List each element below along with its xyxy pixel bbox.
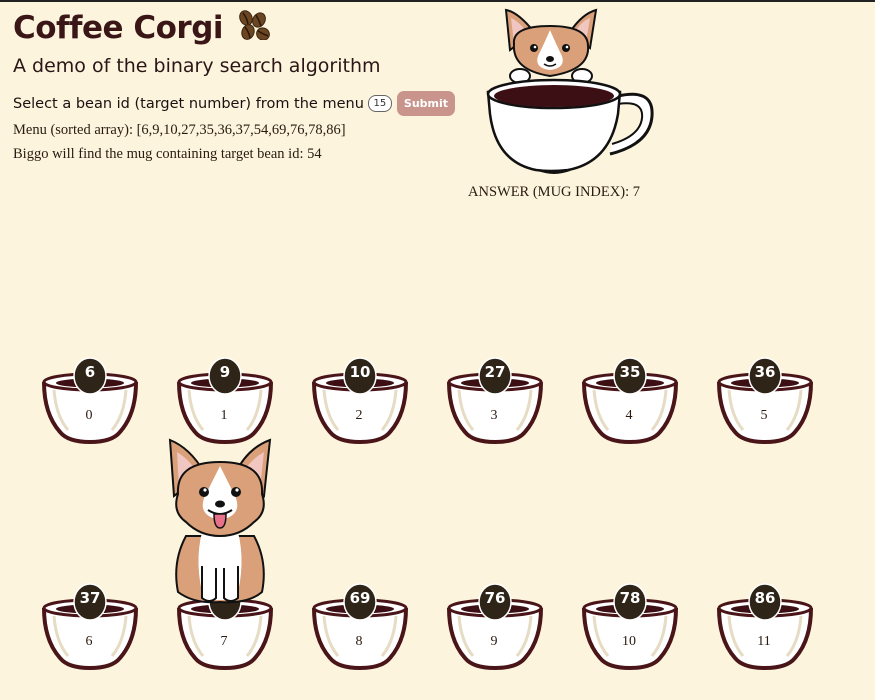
bean-id-label: 37 <box>79 589 101 607</box>
menu-array-text: Menu (sorted array): [6,9,10,27,35,36,37… <box>13 122 346 138</box>
page-title-text: Coffee Corgi <box>13 10 224 46</box>
answer-text: ANSWER (MUG INDEX): 7 <box>468 184 640 200</box>
mug-index-label: 4 <box>625 408 633 423</box>
submit-button[interactable]: Submit <box>396 91 456 116</box>
bean-id-label: 69 <box>349 589 371 607</box>
mug-9: 76 9 <box>447 583 547 671</box>
corgi-in-cup-image <box>478 4 658 184</box>
bean-id-label: 9 <box>219 363 231 381</box>
corgi-image <box>164 436 276 611</box>
bean-id-label: 86 <box>754 589 776 607</box>
mug-5: 36 5 <box>717 357 817 445</box>
select-label: Select a bean id (target number) from th… <box>13 95 364 112</box>
target-number-input[interactable] <box>367 95 392 112</box>
mug-4: 35 4 <box>582 357 682 445</box>
mug-2: 10 2 <box>312 357 412 445</box>
mug-10: 78 10 <box>582 583 682 671</box>
mug-3: 27 3 <box>447 357 547 445</box>
mug-index-label: 11 <box>757 634 771 649</box>
mug-6: 37 6 <box>42 583 142 671</box>
top-border <box>0 0 875 2</box>
mug-8: 69 8 <box>312 583 412 671</box>
bean-id-label: 10 <box>349 363 371 381</box>
mug-index-label: 10 <box>622 634 636 649</box>
bean-id-label: 36 <box>754 363 776 381</box>
coffee-beans-icon <box>237 10 273 48</box>
mug-index-label: 7 <box>220 634 228 649</box>
mug-index-label: 2 <box>355 408 363 423</box>
mug-index-label: 0 <box>85 408 93 423</box>
mug-index-label: 9 <box>490 634 498 649</box>
biggo-target-text: Biggo will find the mug containing targe… <box>13 146 322 162</box>
bean-id-label: 78 <box>619 589 641 607</box>
bean-id-label: 76 <box>484 589 506 607</box>
mug-index-label: 6 <box>85 634 93 649</box>
bean-id-label: 6 <box>84 363 96 381</box>
mug-index-label: 1 <box>220 408 228 423</box>
bean-select-row: Select a bean id (target number) from th… <box>13 91 456 116</box>
page-subtitle: A demo of the binary search algorithm <box>13 55 381 77</box>
mug-0: 60 <box>42 357 142 445</box>
mug-index-label: 8 <box>355 634 363 649</box>
bean-id-label: 35 <box>619 363 641 381</box>
page-title: Coffee Corgi <box>13 10 273 48</box>
mug-11: 86 11 <box>717 583 817 671</box>
bean-id-label: 27 <box>484 363 506 381</box>
mug-1: 91 <box>177 357 277 445</box>
mug-index-label: 3 <box>490 408 498 423</box>
mug-index-label: 5 <box>760 408 768 423</box>
